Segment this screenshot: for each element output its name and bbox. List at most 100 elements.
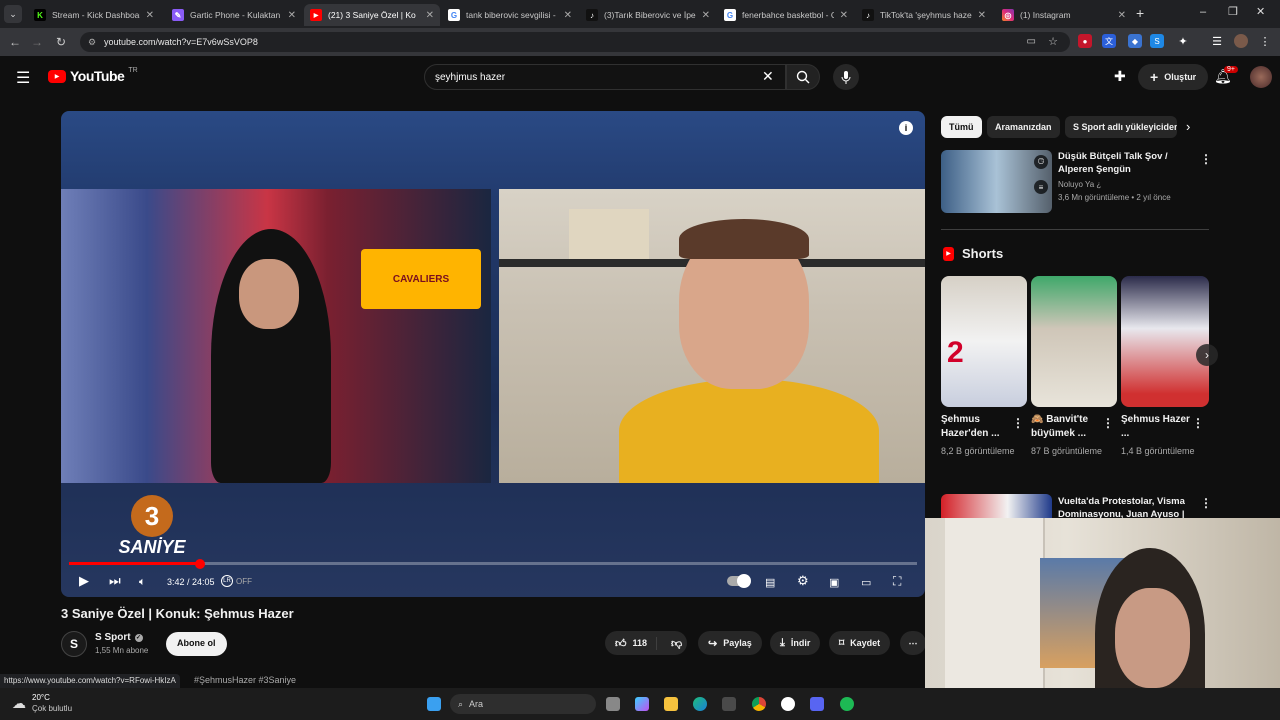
clear-search-icon[interactable]: ✕ bbox=[762, 68, 774, 85]
browser-tab[interactable]: G fenerbahce basketbol - G ✕ bbox=[718, 4, 854, 26]
extensions-puzzle-icon[interactable]: ✦ bbox=[1176, 34, 1190, 48]
add-to-queue-icon[interactable]: ≡ bbox=[1034, 180, 1048, 194]
browser-tab[interactable]: K Stream - Kick Dashboard ✕ bbox=[28, 4, 160, 26]
extension-icon[interactable]: ◆ bbox=[1128, 34, 1142, 48]
lr-subtitle-toggle[interactable]: LR OFF bbox=[221, 575, 252, 587]
spotify-icon[interactable] bbox=[840, 697, 854, 711]
github-icon[interactable] bbox=[781, 697, 795, 711]
recommended-channel[interactable]: Noluyo Ya ¿ bbox=[1058, 180, 1101, 189]
dislike-button[interactable]: 👎︎ bbox=[663, 637, 682, 650]
browser-menu-icon[interactable]: ⋮ bbox=[1258, 34, 1272, 48]
new-tab-button[interactable]: + bbox=[1136, 5, 1144, 21]
chip-all[interactable]: Tümü bbox=[941, 116, 982, 138]
recommended-thumbnail[interactable]: 🕒︎ ≡ bbox=[941, 150, 1052, 213]
channel-name[interactable]: S Sport ✓ bbox=[95, 632, 143, 643]
progress-scrubber[interactable] bbox=[194, 559, 205, 569]
volume-icon[interactable]: 🔈︎ bbox=[139, 576, 146, 589]
next-video-more-icon[interactable]: ⋮ bbox=[1200, 496, 1212, 510]
short-title[interactable]: 🙈 Banvit'te büyümek ... bbox=[1031, 413, 1103, 441]
site-info-icon[interactable]: ⚙ bbox=[88, 37, 96, 48]
create-button[interactable]: + Oluştur bbox=[1138, 64, 1209, 90]
fullscreen-icon[interactable]: ⛶ bbox=[893, 574, 901, 589]
cast-icon[interactable]: ▭ bbox=[1027, 36, 1036, 47]
browser-tab[interactable]: G tank biberovic sevgilisi - G ✕ bbox=[442, 4, 578, 26]
short-thumbnail[interactable] bbox=[1031, 276, 1117, 407]
account-avatar[interactable] bbox=[1250, 66, 1272, 88]
search-input[interactable]: şeyhjmus hazer bbox=[424, 64, 786, 90]
youtube-logo[interactable]: ▶ YouTube TR bbox=[48, 67, 138, 84]
hamburger-menu-icon[interactable]: ☰ bbox=[16, 68, 30, 88]
back-icon[interactable]: ← bbox=[6, 33, 24, 51]
close-tab-icon[interactable]: ✕ bbox=[702, 10, 710, 21]
recommended-title[interactable]: Düşük Bütçeli Talk Şov / Alperen Şengün bbox=[1058, 150, 1188, 176]
short-title[interactable]: Şehmus Hazer ... bbox=[1121, 413, 1193, 441]
chip-from-uploader[interactable]: S Sport adlı yükleyiciden bbox=[1065, 116, 1177, 138]
browser-tab[interactable]: ◎ (1) Instagram ✕ bbox=[996, 4, 1132, 26]
task-view-icon[interactable] bbox=[606, 697, 620, 711]
theater-mode-icon[interactable]: ▭ bbox=[861, 576, 871, 589]
taskbar-search[interactable]: ⌕ Ara bbox=[450, 694, 596, 714]
browser-tab[interactable]: ✎ Gartic Phone - Kulaktan K ✕ bbox=[166, 4, 302, 26]
translate-extension-icon[interactable]: 文 bbox=[1102, 34, 1116, 48]
browser-tab[interactable]: ♪ TikTok'ta 'şeyhmus hazer ✕ bbox=[856, 4, 992, 26]
chat-ai-icon[interactable]: ✚ bbox=[1114, 68, 1126, 85]
next-icon[interactable]: ⏭ bbox=[109, 573, 121, 589]
chips-next-icon[interactable]: › bbox=[1186, 119, 1190, 134]
recommended-more-icon[interactable]: ⋮ bbox=[1200, 152, 1212, 166]
channel-avatar[interactable]: S bbox=[61, 631, 87, 657]
video-player[interactable]: CAVALIERS i 3 SANİYE ▶ ⏭ 🔈︎ 3:42 / 24:05… bbox=[61, 111, 925, 597]
copilot-icon[interactable] bbox=[635, 697, 649, 711]
bookmark-star-icon[interactable]: ☆ bbox=[1048, 35, 1058, 48]
browser-tab[interactable]: ♪ (3)Tarık Biberovic ve İpek ✕ bbox=[580, 4, 716, 26]
subscribe-button[interactable]: Abone ol bbox=[166, 632, 227, 656]
profile-avatar[interactable] bbox=[1234, 34, 1248, 48]
reading-list-icon[interactable]: ☰ bbox=[1210, 34, 1224, 48]
play-icon[interactable]: ▶ bbox=[79, 573, 89, 589]
discord-icon[interactable] bbox=[810, 697, 824, 711]
short-title[interactable]: Şehmus Hazer'den ... bbox=[941, 413, 1013, 441]
short-thumbnail[interactable]: 2 bbox=[941, 276, 1027, 407]
miniplayer-icon[interactable]: ▣ bbox=[829, 576, 839, 589]
close-tab-icon[interactable]: ✕ bbox=[564, 10, 572, 21]
minimize-icon[interactable]: – bbox=[1200, 6, 1206, 18]
address-bar[interactable]: ⚙ youtube.com/watch?v=E7v6wSsVOP8 ▭ ☆ bbox=[80, 32, 1070, 52]
captions-icon[interactable]: ▤ bbox=[765, 576, 775, 589]
close-tab-icon[interactable]: ✕ bbox=[840, 10, 848, 21]
like-button[interactable]: 👍︎ 118 bbox=[605, 636, 657, 650]
file-explorer-icon[interactable] bbox=[664, 697, 678, 711]
chip-from-search[interactable]: Aramanızdan bbox=[987, 116, 1060, 138]
search-button[interactable] bbox=[786, 64, 820, 90]
autoplay-toggle[interactable] bbox=[727, 574, 751, 588]
forward-icon[interactable]: → bbox=[28, 33, 46, 51]
extension-icon[interactable]: S bbox=[1150, 34, 1164, 48]
settings-gear-icon[interactable]: ⚙ bbox=[797, 573, 809, 589]
windows-start-icon[interactable] bbox=[427, 697, 441, 711]
chrome-icon[interactable] bbox=[752, 697, 766, 711]
close-tab-icon[interactable]: ✕ bbox=[146, 10, 154, 21]
short-more-icon[interactable]: ⋮ bbox=[1102, 416, 1114, 430]
reload-icon[interactable]: ↻ bbox=[52, 33, 70, 51]
watch-later-icon[interactable]: 🕒︎ bbox=[1034, 155, 1048, 169]
store-icon[interactable] bbox=[722, 697, 736, 711]
short-more-icon[interactable]: ⋮ bbox=[1192, 416, 1204, 430]
download-button[interactable]: ⤓ İndir bbox=[770, 631, 821, 655]
voice-search-button[interactable] bbox=[833, 64, 859, 90]
close-window-icon[interactable]: ✕ bbox=[1256, 5, 1265, 18]
short-more-icon[interactable]: ⋮ bbox=[1012, 416, 1024, 430]
share-button[interactable]: ↪ Paylaş bbox=[698, 631, 762, 655]
tab-search-button[interactable]: ⌄ bbox=[4, 5, 22, 23]
more-actions-button[interactable]: ⋯ bbox=[900, 631, 926, 655]
close-tab-icon[interactable]: ✕ bbox=[978, 10, 986, 21]
edge-icon[interactable] bbox=[693, 697, 707, 711]
info-icon[interactable]: i bbox=[899, 121, 913, 135]
short-thumbnail[interactable] bbox=[1121, 276, 1209, 407]
adblock-extension-icon[interactable]: ● bbox=[1078, 34, 1092, 48]
close-tab-icon[interactable]: ✕ bbox=[288, 10, 296, 21]
browser-tab-active[interactable]: ▶ (21) 3 Saniye Özel | Ko ✕ bbox=[304, 4, 440, 26]
description-hashtags[interactable]: #ŞehmusHazer #3Saniye bbox=[194, 675, 296, 685]
shorts-next-icon[interactable]: › bbox=[1196, 344, 1218, 366]
maximize-icon[interactable]: ❐ bbox=[1228, 5, 1238, 18]
weather-widget[interactable]: ☁ 20°C Çok bulutlu bbox=[12, 692, 72, 714]
save-button[interactable]: ⌑ Kaydet bbox=[829, 631, 891, 655]
close-tab-icon[interactable]: ✕ bbox=[426, 10, 434, 21]
